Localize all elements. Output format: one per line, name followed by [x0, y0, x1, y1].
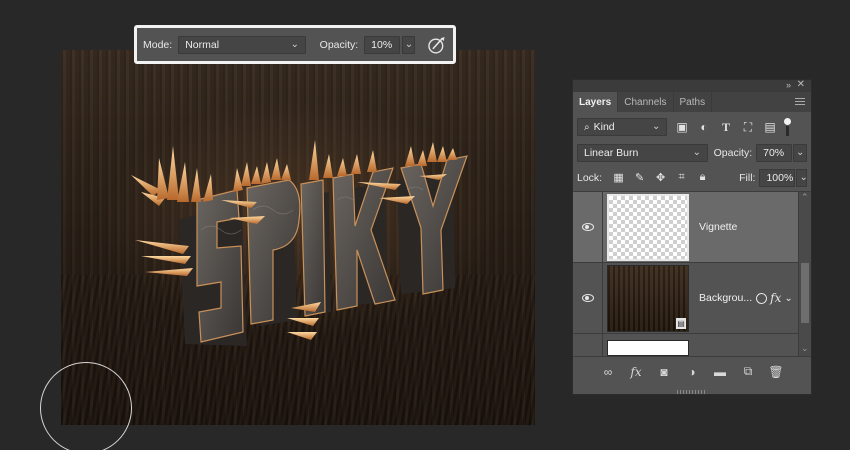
- layer-thumbnail: ▤: [607, 264, 689, 332]
- lock-pixels-icon[interactable]: ✎: [633, 171, 646, 184]
- panel-tabs: Layers Channels Paths: [573, 92, 811, 112]
- opacity-dropdown-button[interactable]: ⌄: [401, 35, 416, 54]
- scroll-up-icon[interactable]: ⌃: [801, 192, 809, 203]
- type-filter-icon[interactable]: T: [719, 120, 733, 134]
- chevron-down-icon: ⌄: [404, 38, 414, 50]
- scrollbar-thumb[interactable]: [801, 263, 809, 323]
- mode-select[interactable]: Normal ⌄: [178, 35, 306, 54]
- lock-artboard-icon[interactable]: ⌗: [675, 171, 688, 184]
- spiky-text-artwork: [131, 140, 468, 346]
- chevron-down-icon: ⌄: [692, 147, 701, 158]
- chevron-down-icon: ⌄: [652, 121, 661, 132]
- filter-kind-value: Kind: [593, 121, 615, 133]
- blend-mode-value: Linear Burn: [584, 147, 639, 159]
- blend-mode-select[interactable]: Linear Burn ⌄: [577, 144, 708, 162]
- fill-dropdown[interactable]: ⌄: [796, 168, 808, 187]
- fill-label: Fill:: [739, 171, 756, 184]
- layer-opacity-value: 70%: [763, 147, 785, 159]
- smart-filter-icon: [756, 292, 768, 304]
- layer-opacity-dropdown[interactable]: ⌄: [793, 144, 807, 162]
- layer-thumbnail: [607, 340, 689, 356]
- blend-row: Linear Burn ⌄ Opacity: 70% ⌄: [573, 142, 811, 164]
- tab-channels[interactable]: Channels: [618, 92, 674, 112]
- scroll-down-icon[interactable]: ⌄: [801, 343, 809, 354]
- lock-position-icon[interactable]: ✥: [654, 171, 667, 184]
- brush-cursor: [40, 362, 132, 450]
- new-layer-icon[interactable]: ⧉: [741, 364, 755, 379]
- search-icon: ⌕: [584, 121, 590, 133]
- chevron-down-icon: ⌄: [290, 38, 300, 50]
- layer-row-background[interactable]: ▤ Backgrou... fx ⌄: [573, 263, 811, 334]
- add-mask-icon[interactable]: ◙: [657, 365, 671, 379]
- adjustment-layer-icon[interactable]: ◑: [685, 365, 699, 379]
- layers-scrollbar[interactable]: ⌃ ⌄: [798, 192, 811, 356]
- fx-icon[interactable]: fx: [770, 291, 781, 305]
- link-layers-icon[interactable]: ∞: [601, 365, 615, 379]
- filter-row: ⌕ Kind ⌄ ▣ ◐ T ⛶ ▤: [573, 112, 811, 142]
- adjustment-filter-icon[interactable]: ◐: [697, 120, 711, 134]
- eye-icon: [581, 223, 594, 231]
- pressure-opacity-icon[interactable]: [427, 35, 447, 55]
- close-icon[interactable]: ✕: [797, 79, 805, 90]
- image-filter-icon[interactable]: ▣: [675, 120, 689, 134]
- layer-opacity-label: Opacity:: [713, 147, 753, 159]
- fill-input[interactable]: 100%: [759, 168, 796, 187]
- mode-label: Mode:: [143, 38, 173, 51]
- panel-resize-grip[interactable]: [677, 390, 707, 394]
- layers-panel: » ✕ Layers Channels Paths ⌕ Kind ⌄ ▣ ◐ T…: [572, 79, 812, 395]
- fx-icon[interactable]: fx: [629, 365, 643, 379]
- lock-all-icon[interactable]: 🔒︎: [696, 171, 709, 184]
- document-canvas[interactable]: [61, 50, 535, 425]
- panel-header: » ✕: [573, 79, 811, 92]
- opacity-label: Opacity:: [319, 38, 359, 51]
- panel-menu-icon[interactable]: [795, 98, 805, 106]
- new-group-icon[interactable]: ▬: [713, 365, 727, 379]
- brush-options-bar: Mode: Normal ⌄ Opacity: 10% ⌄: [134, 25, 456, 64]
- visibility-toggle[interactable]: [573, 334, 603, 356]
- delete-layer-icon[interactable]: 🗑︎: [768, 365, 783, 379]
- opacity-input[interactable]: 10%: [364, 35, 400, 54]
- visibility-toggle[interactable]: [573, 192, 603, 262]
- layer-name: Vignette: [699, 221, 738, 233]
- eye-icon: [581, 294, 594, 302]
- fill-value: 100%: [766, 171, 794, 184]
- layer-row-vignette[interactable]: Vignette: [573, 192, 811, 263]
- layers-list: Vignette ▤ Backgrou... fx ⌄ ⌃ ⌄: [573, 192, 811, 356]
- filter-kind-select[interactable]: ⌕ Kind ⌄: [577, 118, 667, 136]
- collapse-icon[interactable]: »: [786, 80, 791, 90]
- layer-opacity-input[interactable]: 70%: [756, 144, 793, 162]
- lock-label: Lock:: [577, 171, 603, 184]
- opacity-value: 10%: [371, 38, 393, 51]
- lock-row: Lock: ▦ ✎ ✥ ⌗ 🔒︎ Fill: 100% ⌄: [573, 164, 811, 192]
- chevron-down-icon[interactable]: ⌄: [784, 293, 792, 304]
- tab-paths[interactable]: Paths: [674, 92, 713, 112]
- mode-value: Normal: [185, 38, 220, 51]
- smart-object-icon: ▤: [676, 317, 686, 329]
- layer-thumbnail: [607, 193, 689, 261]
- shape-filter-icon[interactable]: ⛶: [741, 120, 755, 134]
- filter-toggle[interactable]: [783, 118, 791, 136]
- layer-name: Backgrou...: [699, 292, 753, 304]
- visibility-toggle[interactable]: [573, 263, 603, 333]
- chevron-down-icon: ⌄: [796, 147, 805, 158]
- lock-transparent-icon[interactable]: ▦: [612, 171, 625, 184]
- chevron-down-icon: ⌄: [799, 171, 808, 183]
- tab-layers[interactable]: Layers: [573, 92, 619, 112]
- smart-object-filter-icon[interactable]: ▤: [763, 120, 777, 134]
- layers-bottom-bar: ∞ fx ◙ ◑ ▬ ⧉ 🗑︎: [573, 356, 811, 386]
- layer-row-partial[interactable]: [573, 334, 811, 356]
